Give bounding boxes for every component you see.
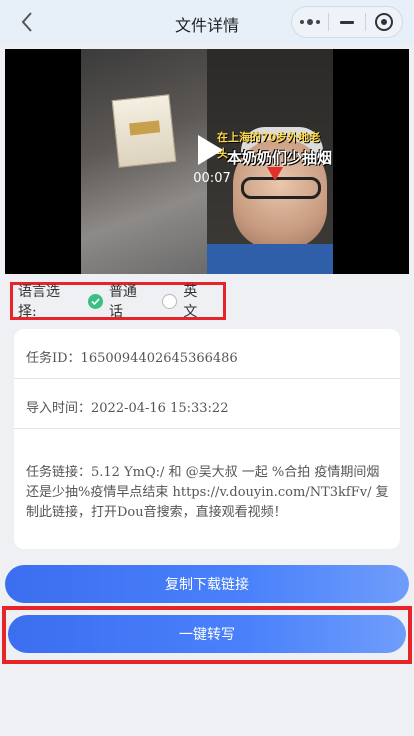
cigarette-pack-image — [111, 94, 177, 168]
more-dots-icon — [300, 19, 320, 25]
minimize-icon — [340, 20, 354, 24]
video-time: 00:07 — [193, 171, 231, 186]
video-caption-main: 本奶奶们少抽烟 — [227, 149, 333, 167]
radio-english[interactable]: 英文 — [162, 281, 211, 321]
more-button[interactable] — [292, 7, 328, 37]
task-detail-card: 任务ID：1650094402645366486 导入时间：2022-04-16… — [14, 329, 400, 549]
radio-unchecked-icon — [162, 293, 178, 309]
play-icon[interactable] — [195, 133, 225, 167]
divider — [14, 378, 400, 379]
one-click-transcribe-button[interactable]: 一键转写 — [8, 615, 406, 653]
task-id: 任务ID：1650094402645366486 — [26, 351, 238, 366]
radio-mandarin[interactable]: 普通话 — [88, 281, 150, 321]
language-label: 语言选择: — [18, 284, 60, 320]
radio-label-english: 英文 — [183, 284, 198, 320]
target-icon — [375, 13, 393, 31]
mini-program-capsule — [291, 6, 403, 38]
divider — [14, 428, 400, 429]
radio-label-mandarin: 普通话 — [108, 284, 137, 320]
minimize-button[interactable] — [329, 7, 365, 37]
close-miniprogram-button[interactable] — [366, 7, 402, 37]
task-link: 任务链接：5.12 YmQ:/ 和 @吴大叔 一起 %合拍 疫情期间烟还是少抽%… — [26, 465, 389, 520]
radio-checked-icon — [88, 293, 103, 309]
video-player[interactable]: 在上海的70岁外地老头 本奶奶们少抽烟 00:07 — [5, 49, 409, 274]
language-selector: 语言选择: 普通话 英文 — [10, 282, 226, 320]
copy-download-link-button[interactable]: 复制下载链接 — [5, 565, 409, 603]
nav-bar: 文件详情 — [0, 0, 414, 45]
import-time: 导入时间：2022-04-16 15:33:22 — [26, 401, 229, 416]
video-person-shirt — [207, 244, 333, 274]
